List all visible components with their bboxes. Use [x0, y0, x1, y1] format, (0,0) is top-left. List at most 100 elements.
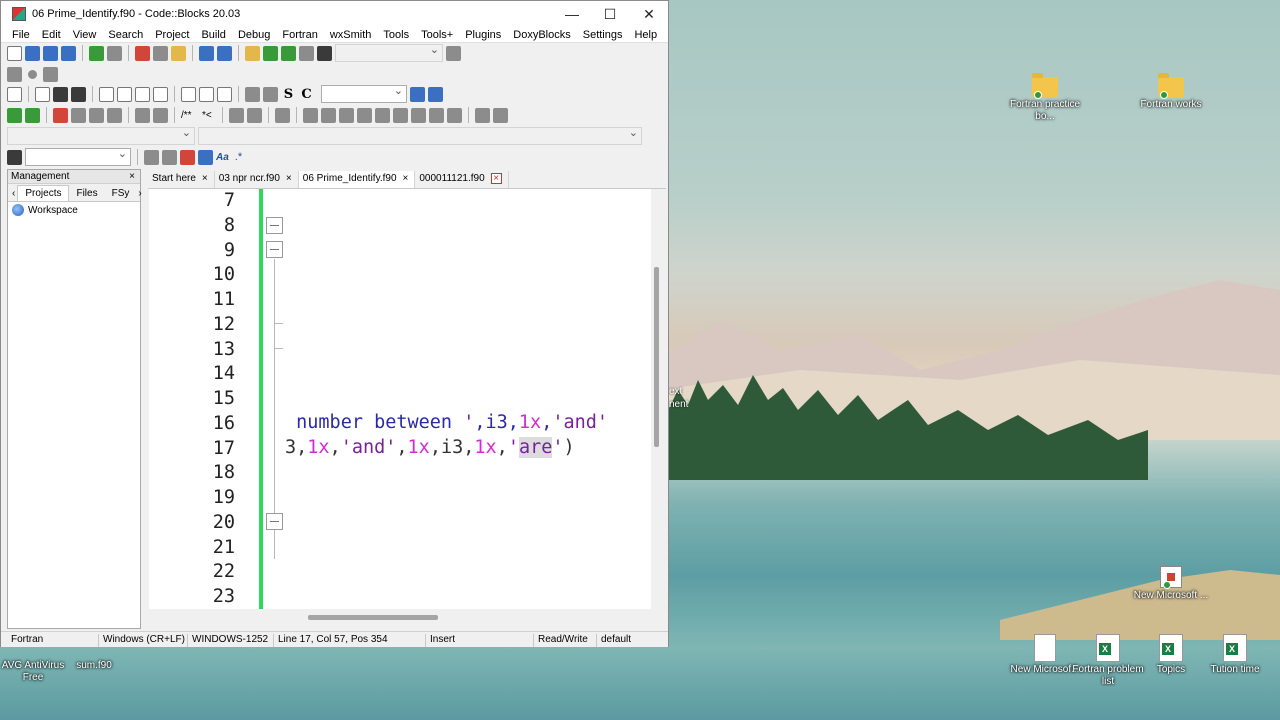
search-input[interactable] [25, 147, 131, 166]
search-icon[interactable] [410, 86, 425, 102]
build-gear-icon[interactable] [245, 45, 260, 61]
menu-wxsmith[interactable]: wxSmith [324, 29, 378, 41]
menu-tools[interactable]: Tools [377, 29, 415, 41]
pointer-icon[interactable] [7, 86, 22, 102]
desktop-icon-sum-f90[interactable]: sum.f90 [55, 650, 133, 672]
debug-windows-icon[interactable] [475, 107, 490, 123]
maximize-button[interactable]: ☐ [590, 1, 630, 27]
tab-fsymbols[interactable]: FSy [105, 186, 137, 201]
menu-build[interactable]: Build [195, 29, 231, 41]
break-debugger-icon[interactable] [429, 107, 444, 123]
save-icon[interactable] [43, 45, 58, 61]
tab-scroll-left-icon[interactable]: ‹ [10, 186, 17, 201]
widget-box-icon[interactable] [181, 86, 196, 102]
show-select-target-icon[interactable] [446, 45, 461, 61]
next-flag-icon[interactable] [89, 107, 104, 123]
code-editor[interactable]: number between ',i3,1x,'and' 3,1x,'and',… [149, 189, 651, 609]
editor-tab[interactable]: 000011121.f90 × [415, 171, 509, 188]
tab-projects[interactable]: Projects [17, 185, 70, 201]
desktop-icon-fortran-practice[interactable]: Fortran practice bo... [1006, 73, 1084, 123]
step-instruction-icon[interactable] [411, 107, 426, 123]
menu-plugins[interactable]: Plugins [459, 29, 507, 41]
cut-icon[interactable] [135, 45, 150, 61]
help-doc-icon[interactable] [247, 107, 262, 123]
widget-box2-icon[interactable] [199, 86, 214, 102]
editor-tab[interactable]: 03 npr ncr.f90 × [215, 171, 299, 188]
format-s-icon[interactable]: S [281, 87, 296, 102]
vertical-scroll-thumb[interactable] [654, 267, 659, 447]
save-all-icon[interactable] [61, 45, 76, 61]
debug-info-icon[interactable] [493, 107, 508, 123]
clear-flags-icon[interactable] [107, 107, 122, 123]
selected-text-icon[interactable] [198, 149, 213, 165]
step-out-icon[interactable] [375, 107, 390, 123]
widget-row-icon[interactable] [99, 86, 114, 102]
menu-help[interactable]: Help [628, 29, 663, 41]
prev-flag-icon[interactable] [71, 107, 86, 123]
editor-tab-active[interactable]: 06 Prime_Identify.f90 × [298, 171, 416, 188]
line-comment-icon[interactable]: *< [202, 110, 216, 121]
wrench-config-icon[interactable] [275, 107, 290, 123]
doxy-icon[interactable] [135, 107, 150, 123]
format-c-icon[interactable]: C [299, 87, 314, 102]
minimize-button[interactable]: — [552, 1, 592, 27]
menu-edit[interactable]: Edit [36, 29, 67, 41]
toggle-bookmark-icon[interactable] [28, 69, 37, 79]
tab-close-icon[interactable]: × [202, 173, 208, 184]
settings-wrench-icon[interactable] [428, 86, 443, 102]
editor-tab[interactable]: Start here × [148, 171, 215, 188]
paste-icon[interactable] [171, 45, 186, 61]
close-button[interactable]: ✕ [629, 1, 669, 27]
regex-toggle[interactable]: .* [235, 151, 242, 163]
undo-icon[interactable] [89, 45, 104, 61]
menu-debug[interactable]: Debug [232, 29, 276, 41]
open-file-icon[interactable] [25, 45, 40, 61]
tab-files[interactable]: Files [69, 186, 104, 201]
zoom-in-icon[interactable] [245, 86, 260, 102]
highlight-icon[interactable] [180, 149, 195, 165]
menu-file[interactable]: File [6, 29, 36, 41]
prev-bookmark-icon[interactable] [7, 66, 22, 82]
desktop-icon-fortran-works[interactable]: Fortran works [1132, 73, 1210, 111]
find-icon[interactable] [199, 45, 214, 61]
widget-row4-icon[interactable] [153, 86, 168, 102]
abort-icon[interactable] [317, 45, 332, 61]
find-next-icon[interactable] [162, 149, 177, 165]
replace-icon[interactable] [217, 45, 232, 61]
fold-marker-icon[interactable] [266, 217, 283, 234]
rebuild-icon[interactable] [299, 45, 314, 61]
management-close-button[interactable]: × [129, 170, 135, 184]
block-comment-icon[interactable]: /** [181, 110, 199, 121]
tab-close-icon[interactable]: × [286, 173, 292, 184]
zoom-out-icon[interactable] [263, 86, 278, 102]
doxy-run-icon[interactable] [153, 107, 168, 123]
widget-row3-icon[interactable] [135, 86, 150, 102]
copy-icon[interactable] [153, 45, 168, 61]
menu-doxyblocks[interactable]: DoxyBlocks [507, 29, 576, 41]
title-bar[interactable]: 06 Prime_Identify.f90 - Code::Blocks 20.… [1, 1, 668, 27]
tab-close-icon[interactable]: × [403, 173, 409, 184]
menu-fortran[interactable]: Fortran [276, 29, 323, 41]
desktop-icon-tution-time[interactable]: Tution time [1196, 634, 1274, 676]
widget-edit-icon[interactable] [71, 86, 86, 102]
run-to-cursor-icon[interactable] [321, 107, 336, 123]
menu-settings[interactable]: Settings [577, 29, 629, 41]
new-file-icon[interactable] [7, 45, 22, 61]
stop-debugger-icon[interactable] [447, 107, 462, 123]
widget-grid-icon[interactable] [53, 86, 68, 102]
forward-arrow-icon[interactable] [25, 107, 40, 123]
find-prev-icon[interactable] [144, 149, 159, 165]
build-target-select[interactable] [335, 43, 443, 62]
build-and-run-icon[interactable] [281, 45, 296, 61]
menu-tools-plus[interactable]: Tools+ [415, 29, 459, 41]
workspace-tree-item[interactable]: Workspace [8, 202, 140, 218]
extract-doc-icon[interactable] [229, 107, 244, 123]
menu-view[interactable]: View [67, 29, 103, 41]
next-instruction-icon[interactable] [393, 107, 408, 123]
match-case-toggle[interactable]: Aa [216, 152, 229, 163]
redo-icon[interactable] [107, 45, 122, 61]
back-arrow-icon[interactable] [7, 107, 22, 123]
function-select[interactable] [198, 126, 642, 145]
tab-close-icon[interactable]: × [490, 173, 502, 184]
menu-search[interactable]: Search [102, 29, 149, 41]
